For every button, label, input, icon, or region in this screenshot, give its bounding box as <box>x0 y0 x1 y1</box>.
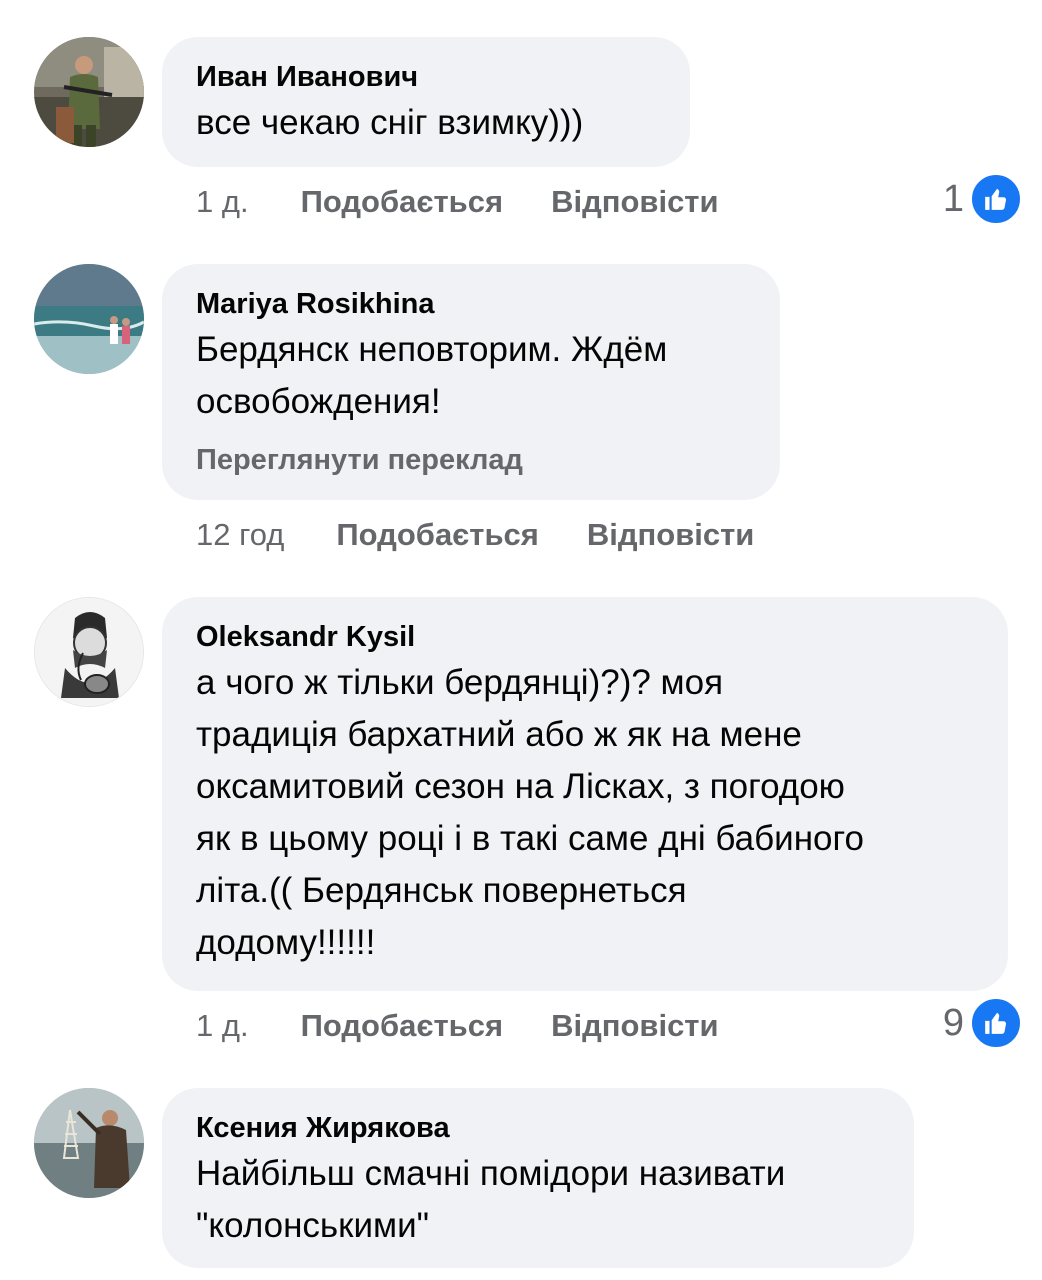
reply-button[interactable]: Відповісти <box>551 1008 719 1044</box>
reaction-summary[interactable]: 1 <box>942 173 1022 225</box>
cossack-drawing-icon <box>35 598 143 706</box>
reaction-count: 1 <box>942 177 964 220</box>
fisherman-photo-icon <box>34 1088 144 1198</box>
comment-actions: 1 д. Подобається Відповісти <box>196 182 767 222</box>
reaction-summary[interactable]: 9 <box>942 997 1022 1049</box>
avatar[interactable] <box>34 37 144 147</box>
comment-text: а чого ж тільки бердянці)?)? моя традиці… <box>196 663 864 962</box>
comment-actions: 12 год Подобається Відповісти <box>196 515 802 555</box>
thumbs-up-icon <box>970 173 1022 225</box>
comment-author[interactable]: Иван Иванович <box>196 59 656 95</box>
like-button[interactable]: Подобається <box>301 184 504 220</box>
soldier-photo-icon <box>34 37 144 147</box>
comment-time[interactable]: 1 д. <box>196 184 249 220</box>
comment-author[interactable]: Oleksandr Kysil <box>196 619 974 655</box>
see-translation-link[interactable]: Переглянути переклад <box>196 442 746 478</box>
comment-actions: 1 д. Подобається Відповісти <box>196 1006 767 1046</box>
reply-button[interactable]: Відповісти <box>587 517 755 553</box>
comment-bubble: Mariya Rosikhina Бердянск неповторим. Жд… <box>162 264 780 500</box>
avatar[interactable] <box>34 597 144 707</box>
comment-time[interactable]: 1 д. <box>196 1008 249 1044</box>
comment-bubble: Oleksandr Kysil а чого ж тільки бердянці… <box>162 597 1008 991</box>
comment-bubble: Иван Иванович все чекаю сніг взимку))) <box>162 37 690 167</box>
like-button[interactable]: Подобається <box>336 517 539 553</box>
comment-time[interactable]: 12 год <box>196 517 284 553</box>
comment-author[interactable]: Ксения Жирякова <box>196 1110 880 1146</box>
avatar[interactable] <box>34 1088 144 1198</box>
thumbs-up-icon <box>970 997 1022 1049</box>
avatar[interactable] <box>34 264 144 374</box>
comment-text: Найбільш смачні помідори називати "колон… <box>196 1154 786 1245</box>
comment-text: все чекаю сніг взимку))) <box>196 103 584 142</box>
sea-photo-icon <box>34 264 144 374</box>
comment-bubble: Ксения Жирякова Найбільш смачні помідори… <box>162 1088 914 1268</box>
reaction-count: 9 <box>942 1001 964 1044</box>
comment-text: Бердянск неповторим. Ждём освобождения! <box>196 330 668 421</box>
reply-button[interactable]: Відповісти <box>551 184 719 220</box>
comment-author[interactable]: Mariya Rosikhina <box>196 286 746 322</box>
like-button[interactable]: Подобається <box>301 1008 504 1044</box>
